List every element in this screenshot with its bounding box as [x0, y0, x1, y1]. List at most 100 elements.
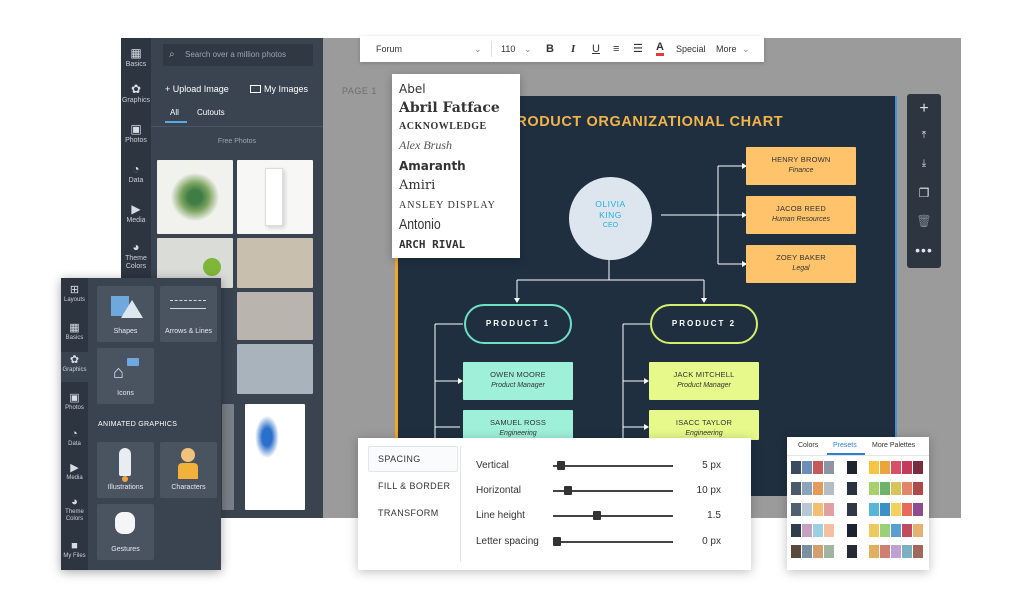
move-down-icon[interactable]: ⤓ [907, 158, 941, 169]
more-icon[interactable]: ••• [907, 242, 941, 258]
nav-theme-colors[interactable]: ◕ Theme Colors [121, 240, 151, 271]
rail-media[interactable]: ▶ Media [61, 462, 88, 482]
chart-title[interactable]: PRODUCT ORGANIZATIONAL CHART [506, 114, 783, 130]
font-option[interactable]: ACKNOWLEDGE [399, 121, 487, 132]
color-swatch[interactable] [791, 482, 801, 495]
color-swatch[interactable] [869, 524, 879, 537]
tile-illustrations[interactable]: Illustrations [97, 442, 154, 498]
org-box-isacc-taylor[interactable]: ISACC TAYLOR Engineering [649, 410, 759, 440]
color-swatch[interactable] [791, 524, 801, 537]
color-swatch[interactable] [902, 545, 912, 558]
special-button[interactable]: Special [676, 36, 706, 62]
line-height-slider-handle[interactable] [593, 511, 602, 520]
color-swatch[interactable] [902, 524, 912, 537]
color-swatch[interactable] [891, 461, 901, 474]
photo-thumb-carton[interactable] [237, 160, 313, 234]
color-swatch[interactable] [802, 482, 812, 495]
spacing-menu-item[interactable]: SPACING [378, 454, 421, 464]
photo-thumb-board[interactable] [237, 344, 313, 394]
color-swatch[interactable] [913, 545, 923, 558]
rail-graphics[interactable]: ✿ Graphics [61, 352, 88, 382]
tile-shapes[interactable]: Shapes [97, 286, 154, 342]
color-swatch[interactable] [813, 482, 823, 495]
color-swatch[interactable] [824, 461, 834, 474]
trash-icon[interactable]: 🗑 [907, 214, 941, 228]
color-swatch[interactable] [913, 461, 923, 474]
tile-gestures[interactable]: Gestures [97, 504, 154, 560]
font-select[interactable]: Forum [376, 36, 402, 62]
color-swatch[interactable] [869, 482, 879, 495]
color-swatch[interactable] [802, 524, 812, 537]
vertical-value[interactable]: 5 px [702, 460, 721, 471]
rail-data[interactable]: ◔ Data [61, 428, 88, 448]
color-swatch[interactable] [913, 524, 923, 537]
color-swatch[interactable] [791, 461, 801, 474]
horizontal-value[interactable]: 10 px [697, 485, 721, 496]
copy-icon[interactable]: ❐ [907, 186, 941, 200]
search-input[interactable]: ⌕ Search over a million photos [163, 44, 313, 66]
color-swatch[interactable] [802, 503, 812, 516]
color-swatch[interactable] [902, 503, 912, 516]
color-swatch[interactable] [813, 524, 823, 537]
photo-thumb-leaves[interactable] [157, 160, 233, 234]
photo-thumb-sketch[interactable] [237, 238, 313, 288]
nav-basics[interactable]: ▦ Basics [121, 46, 151, 69]
color-swatch[interactable] [880, 545, 890, 558]
color-swatch[interactable] [891, 545, 901, 558]
color-swatch[interactable] [802, 545, 812, 558]
my-images-button[interactable]: My Images [250, 84, 308, 94]
color-swatch[interactable] [880, 503, 890, 516]
rail-photos[interactable]: ▣ Photos [61, 392, 88, 412]
org-box-jack-mitchell[interactable]: JACK MITCHELL Product Manager [649, 362, 759, 400]
horizontal-slider-track[interactable] [553, 486, 673, 495]
color-swatch[interactable] [791, 545, 801, 558]
color-swatch[interactable] [902, 461, 912, 474]
line-height-value[interactable]: 1.5 [707, 510, 721, 521]
font-option[interactable]: Abril Fatface [399, 100, 500, 116]
rail-basics[interactable]: ▦ Basics [61, 322, 88, 342]
photo-thumb-desk[interactable] [237, 292, 313, 340]
color-swatch[interactable] [891, 503, 901, 516]
color-swatch[interactable] [824, 524, 834, 537]
font-option[interactable]: Amiri [399, 178, 435, 193]
color-swatch[interactable] [824, 545, 834, 558]
italic-button[interactable]: I [571, 36, 575, 62]
photo-thumb-partial[interactable] [222, 404, 234, 510]
tab-cutouts[interactable]: Cutouts [197, 108, 225, 117]
ceo-node[interactable]: OLIVIA KING CEO [569, 177, 652, 260]
color-swatch[interactable] [802, 461, 812, 474]
rail-theme-colors[interactable]: ◕ Theme Colors [61, 496, 88, 523]
nav-photos[interactable]: ▣ Photos [121, 122, 151, 145]
align-icon[interactable]: ≡ [613, 36, 619, 62]
color-swatch[interactable] [791, 503, 801, 516]
tab-all[interactable]: All [170, 108, 179, 117]
font-option[interactable]: ANSLEY DISPLAY [399, 200, 496, 211]
org-box-legal[interactable]: ZOEY BAKER Legal [746, 245, 856, 283]
tab-presets[interactable]: Presets [833, 442, 857, 449]
color-swatch[interactable] [813, 545, 823, 558]
bold-button[interactable]: B [546, 36, 554, 62]
line-height-slider-track[interactable] [553, 511, 673, 520]
fill-border-menu-item[interactable]: FILL & BORDER [378, 481, 450, 491]
color-swatch[interactable] [847, 524, 857, 537]
color-swatch[interactable] [869, 461, 879, 474]
color-swatch[interactable] [869, 503, 879, 516]
photo-thumb-ink[interactable] [245, 404, 305, 510]
transform-menu-item[interactable]: TRANSFORM [378, 508, 439, 518]
vertical-slider-track[interactable] [553, 461, 673, 470]
rail-my-files[interactable]: ■ My Files [61, 540, 88, 560]
color-swatch[interactable] [913, 503, 923, 516]
font-size-select[interactable]: 110 [501, 36, 515, 62]
font-option[interactable]: Amaranth [399, 159, 466, 173]
org-box-finance[interactable]: HENRY BROWN Finance [746, 147, 856, 185]
product-1-pill[interactable]: PRODUCT 1 [464, 304, 572, 344]
font-option[interactable]: Alex Brush [399, 138, 452, 153]
font-option[interactable]: Abel [399, 82, 426, 96]
horizontal-slider-handle[interactable] [564, 486, 573, 495]
color-swatch[interactable] [891, 524, 901, 537]
color-swatch[interactable] [847, 503, 857, 516]
color-swatch[interactable] [891, 482, 901, 495]
letter-spacing-slider-handle[interactable] [553, 537, 561, 546]
org-box-hr[interactable]: JACOB REED Human Resources [746, 196, 856, 234]
color-swatch[interactable] [847, 482, 857, 495]
